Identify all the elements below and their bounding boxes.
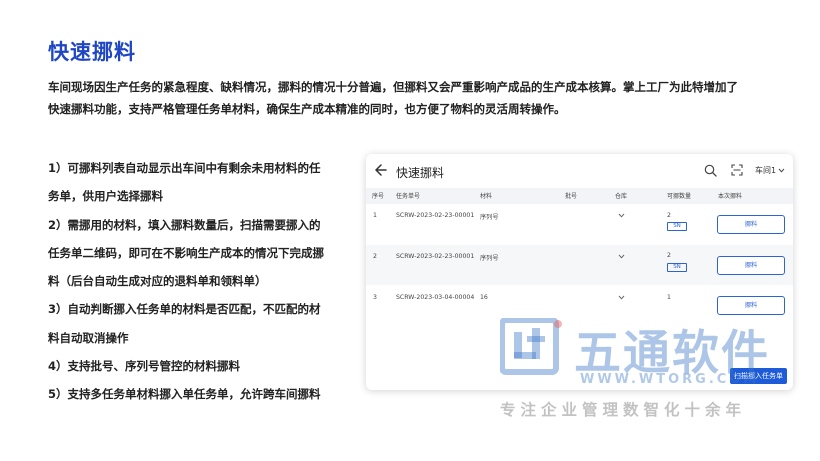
task-number: SCRW-2023-03-04-00004 — [396, 294, 475, 301]
column-header: 仓库 — [615, 193, 628, 200]
material: 序列号 — [480, 214, 499, 221]
chevron-down-icon[interactable] — [618, 213, 625, 218]
brand-slogan: 专注企业管理数智化十余年 — [500, 401, 747, 419]
scan-submit-button[interactable]: 扫描挪入任务单 — [730, 368, 787, 384]
intro-text: 车间现场因生产任务的紧急程度、缺料情况，挪料的情况十分普遍，但挪料又会严重影响产… — [48, 76, 788, 120]
feature-line: 2）需挪用的材料，填入挪料数量后，扫描需要挪入的 — [48, 217, 321, 232]
workshop-select[interactable]: 车间1 — [755, 165, 785, 176]
column-header: 可挪数量 — [667, 193, 692, 200]
available-qty: 1 — [667, 294, 671, 301]
app-header: 快速挪料 车间1 — [366, 154, 793, 188]
intro-line: 车间现场因生产任务的紧急程度、缺料情况，挪料的情况十分普遍，但挪料又会严重影响产… — [48, 80, 738, 94]
chevron-down-icon[interactable] — [618, 254, 625, 259]
row-index: 3 — [373, 294, 377, 301]
table-row[interactable]: 2 SCRW-2023-02-23-00001 序列号 2 SN 挪料 — [366, 245, 793, 285]
feature-line: 任务单二维码，即可在不影响生产成本的情况下完成挪 — [48, 245, 324, 260]
column-header: 本次挪料 — [718, 193, 743, 200]
move-button[interactable]: 挪料 — [717, 215, 785, 234]
task-number: SCRW-2023-02-23-00001 — [396, 212, 475, 219]
chevron-down-icon[interactable] — [618, 295, 625, 300]
column-header: 任务单号 — [396, 193, 421, 200]
move-button[interactable]: 挪料 — [717, 296, 785, 315]
row-index: 1 — [373, 212, 377, 219]
search-icon[interactable] — [704, 164, 717, 177]
feature-line: 5）支持多任务单材料挪入单任务单，允许跨车间挪料 — [48, 387, 321, 402]
scan-icon[interactable] — [731, 164, 743, 176]
available-qty: 2 — [667, 212, 671, 219]
table-row[interactable]: 1 SCRW-2023-02-23-00001 序列号 2 SN 挪料 — [366, 205, 793, 245]
app-mockup: 快速挪料 车间1 序号 任务单号 材料 批号 仓库 可挪数量 本次挪料 1 SC… — [366, 154, 793, 390]
intro-line: 快速挪料功能，支持严格管理任务单材料，确保生产成本精准的同时，也方便了物料的灵活… — [48, 102, 566, 116]
workshop-label: 车间1 — [755, 166, 777, 175]
move-button[interactable]: 挪料 — [717, 256, 785, 275]
chevron-down-icon — [778, 168, 785, 173]
table-header: 序号 任务单号 材料 批号 仓库 可挪数量 本次挪料 — [366, 188, 793, 204]
material: 16 — [480, 294, 488, 301]
table-row[interactable]: 3 SCRW-2023-03-04-00004 16 1 挪料 — [366, 285, 793, 325]
feature-line: 4）支持批号、序列号管控的材料挪料 — [48, 359, 240, 374]
back-arrow-icon[interactable] — [374, 162, 388, 178]
row-index: 2 — [373, 253, 377, 260]
sn-badge: SN — [667, 222, 687, 231]
feature-list: 1）可挪料列表自动显示出车间中有剩余未用材料的任 务单，供用户选择挪料 2）需挪… — [48, 154, 340, 409]
app-title: 快速挪料 — [396, 166, 445, 180]
task-number: SCRW-2023-02-23-00001 — [396, 253, 475, 260]
feature-line: 3）自动判断挪入任务单的材料是否匹配，不匹配的材 — [48, 302, 321, 317]
available-qty: 2 — [667, 252, 671, 259]
material: 序列号 — [480, 255, 499, 262]
feature-line: 务单，供用户选择挪料 — [48, 189, 163, 204]
column-header: 材料 — [480, 193, 493, 200]
sn-badge: SN — [667, 263, 687, 272]
feature-line: 料（后台自动生成对应的退料单和领料单） — [48, 274, 267, 289]
column-header: 序号 — [372, 193, 385, 200]
feature-line: 料自动取消操作 — [48, 330, 129, 345]
column-header: 批号 — [565, 193, 578, 200]
feature-line: 1）可挪料列表自动显示出车间中有剩余未用材料的任 — [48, 161, 321, 175]
page-title: 快速挪料 — [48, 40, 136, 64]
